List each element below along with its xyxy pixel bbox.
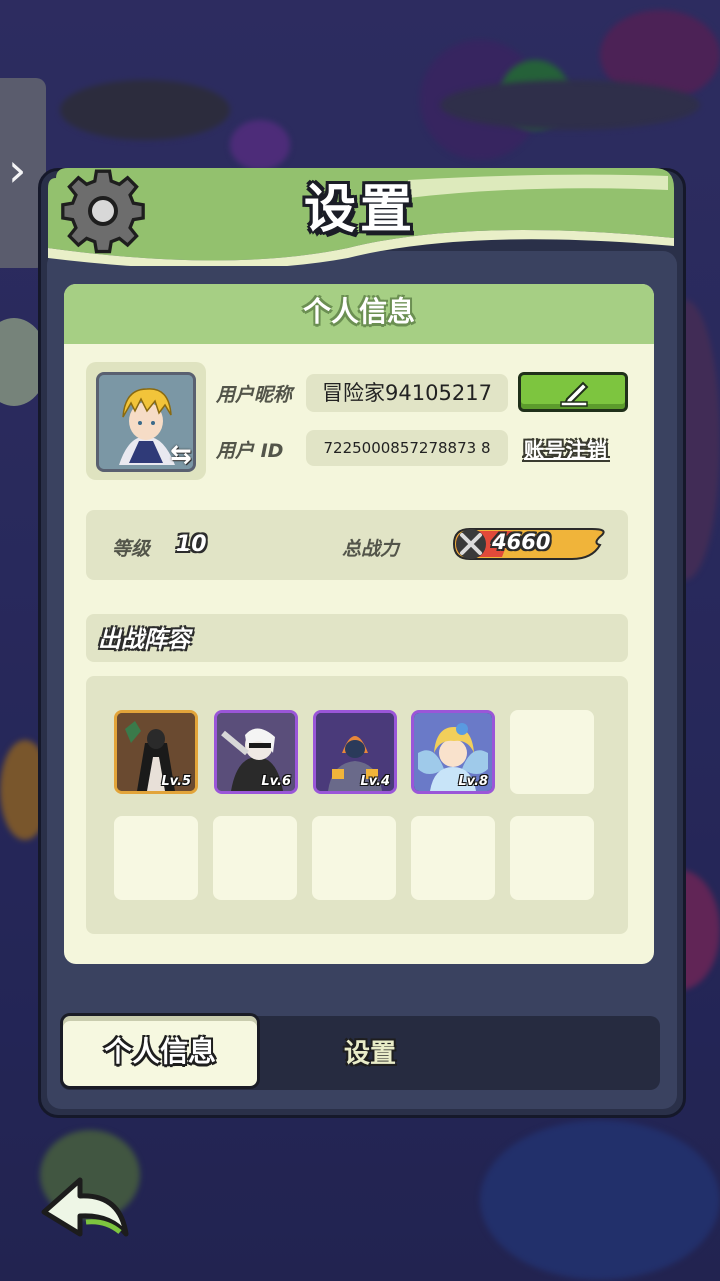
panel-title: 个人信息 <box>302 295 415 328</box>
empty-slot[interactable] <box>213 816 297 900</box>
hero-level: Lv.4 <box>360 774 390 789</box>
tab-personal-info[interactable]: 个人信息 <box>60 1013 260 1089</box>
power-label: 总战力 <box>342 538 400 560</box>
tab-label: 个人信息 <box>103 1035 216 1068</box>
user-id-label: 用户 ID <box>216 440 284 462</box>
empty-slot[interactable] <box>114 816 198 900</box>
cancel-account-link[interactable]: 账号注销 <box>524 434 608 463</box>
hero-slot-3[interactable]: Lv.4 <box>313 710 397 794</box>
gear-icon <box>61 169 145 254</box>
user-id-field: 7225000857278873 8 <box>306 430 508 466</box>
swap-avatar-icon[interactable]: ⇆ <box>170 440 200 470</box>
empty-slot[interactable] <box>510 816 594 900</box>
pencil-icon <box>560 381 589 407</box>
level-value: 10 <box>176 532 207 557</box>
hero-level: Lv.6 <box>261 774 291 789</box>
chevron-right-icon: › <box>8 143 27 197</box>
lineup-title: 出战阵容 <box>98 627 190 653</box>
power-value: 4660 <box>492 530 551 554</box>
hero-level: Lv.5 <box>161 774 191 789</box>
empty-slot[interactable] <box>510 710 594 794</box>
empty-slot[interactable] <box>411 816 495 900</box>
tab-settings[interactable]: 设置 <box>300 1030 440 1078</box>
hero-slot-2[interactable]: Lv.6 <box>214 710 298 794</box>
hero-slot-4[interactable]: Lv.8 <box>411 710 495 794</box>
hero-level: Lv.8 <box>458 774 488 789</box>
nickname-label: 用户昵称 <box>216 384 293 406</box>
nickname-field: 冒险家94105217 <box>306 374 508 412</box>
level-label: 等级 <box>112 538 151 560</box>
dialog-title: 设置 <box>303 180 416 240</box>
edit-nickname-button[interactable] <box>518 372 628 412</box>
back-arrow-icon[interactable] <box>40 1172 130 1244</box>
empty-slot[interactable] <box>312 816 396 900</box>
hero-slot-1[interactable]: Lv.5 <box>114 710 198 794</box>
